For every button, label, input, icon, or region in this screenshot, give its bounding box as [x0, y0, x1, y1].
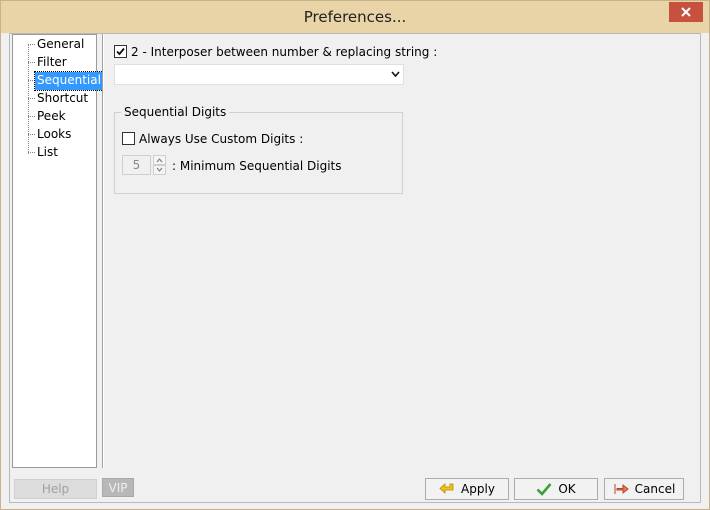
group-title: Sequential Digits	[121, 105, 230, 119]
apply-arrow-icon	[439, 483, 454, 494]
tree-item-shortcut[interactable]: Shortcut	[35, 90, 90, 108]
content-frame	[9, 33, 701, 503]
interposer-label: 2 - Interposer between number & replacin…	[131, 45, 438, 59]
tree-item-sequential[interactable]: Sequential	[34, 71, 104, 91]
help-button[interactable]: Help	[14, 479, 97, 499]
min-digits-stepper[interactable]	[153, 155, 166, 175]
tree-connector	[28, 98, 35, 99]
interposer-checkbox[interactable]	[114, 45, 127, 58]
spin-down-button[interactable]	[153, 165, 166, 175]
always-custom-label: Always Use Custom Digits :	[139, 132, 304, 146]
chevron-up-icon	[156, 158, 163, 163]
apply-label: Apply	[461, 482, 495, 496]
cancel-label: Cancel	[634, 482, 676, 496]
vip-label: VIP	[108, 480, 128, 495]
tree-connector	[28, 116, 35, 117]
spin-up-button[interactable]	[153, 155, 166, 165]
preferences-tree: General Filter Sequential Shortcut Peek …	[12, 34, 104, 468]
tree-item-peek[interactable]: Peek	[35, 108, 68, 126]
vip-button[interactable]: VIP	[102, 478, 134, 497]
close-button[interactable]	[669, 2, 703, 22]
chevron-down-icon	[391, 71, 400, 77]
tree-connector	[28, 134, 35, 135]
preferences-window: Preferences... General Filter Sequential…	[0, 0, 710, 510]
tree-item-general[interactable]: General	[35, 36, 86, 54]
interposer-combo[interactable]	[114, 64, 404, 85]
tree-connector	[28, 80, 35, 81]
chevron-down-icon	[156, 167, 163, 172]
checkmark-icon	[536, 483, 552, 496]
min-digits-label: : Minimum Sequential Digits	[172, 159, 342, 173]
min-digits-input[interactable]: 5	[122, 155, 151, 175]
title-bar[interactable]: Preferences...	[1, 1, 709, 33]
tree-connector	[28, 62, 35, 63]
always-custom-checkbox[interactable]	[122, 132, 135, 145]
cancel-arrow-icon	[614, 483, 629, 495]
tree-item-list[interactable]: List	[35, 144, 60, 162]
tree-item-filter[interactable]: Filter	[35, 54, 69, 72]
tree-connector	[28, 152, 35, 153]
pane-splitter[interactable]	[102, 34, 104, 468]
ok-button[interactable]: OK	[514, 478, 598, 500]
tree-item-looks[interactable]: Looks	[35, 126, 73, 144]
tree-connector	[28, 44, 35, 45]
ok-label: OK	[558, 482, 576, 496]
tree-connector	[28, 44, 29, 154]
help-label: Help	[41, 482, 70, 496]
checkmark-icon	[116, 47, 125, 56]
cancel-button[interactable]: Cancel	[604, 478, 684, 500]
window-title: Preferences...	[303, 8, 407, 26]
apply-button[interactable]: Apply	[425, 478, 509, 500]
sequential-digits-group	[114, 112, 403, 194]
close-icon	[681, 7, 691, 17]
